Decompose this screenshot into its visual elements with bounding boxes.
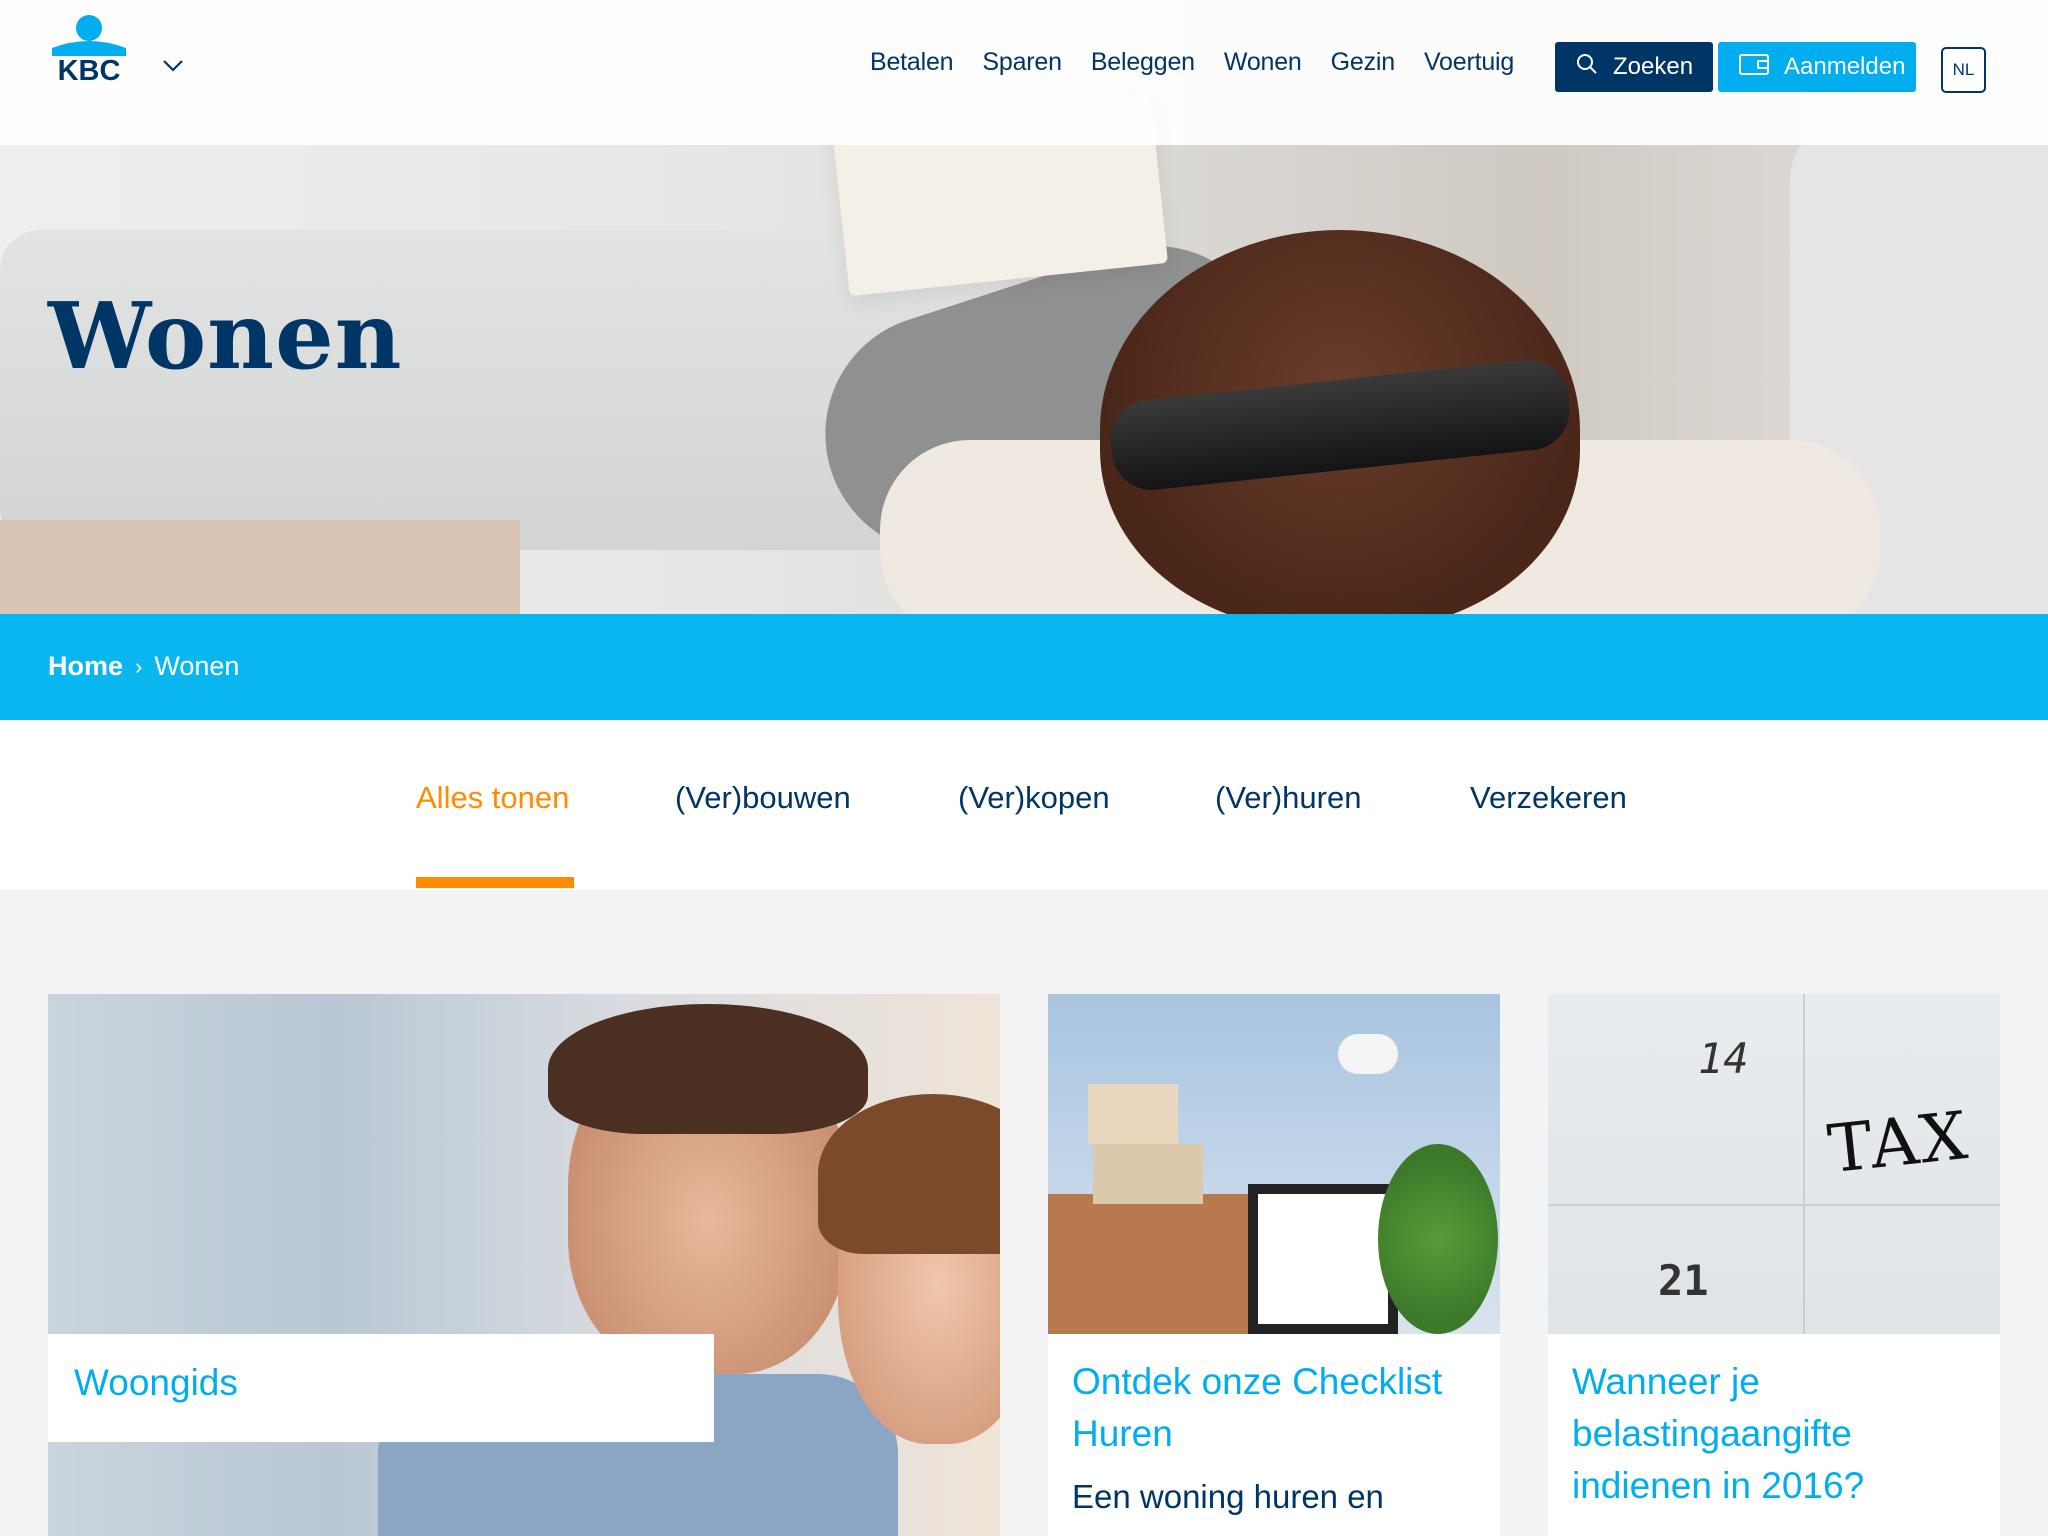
search-icon	[1575, 52, 1599, 83]
calendar-day-14: 14	[1698, 1034, 1749, 1083]
breadcrumb: Home › Wonen	[48, 651, 239, 682]
category-tabs: Alles tonen (Ver)bouwen (Ver)kopen (Ver)…	[0, 720, 2048, 890]
tab-verkopen[interactable]: (Ver)kopen	[958, 780, 1110, 816]
card-title[interactable]: Woongids	[74, 1362, 238, 1404]
language-selector[interactable]: NL	[1941, 47, 1986, 93]
card-image	[48, 994, 1000, 1536]
site-header: KBC Betalen Sparen Beleggen Wonen Gezin …	[0, 0, 2048, 145]
page-title: Wonen	[48, 282, 403, 390]
nav-item-sparen[interactable]: Sparen	[982, 48, 1062, 77]
breadcrumb-bar: Home › Wonen	[0, 614, 2048, 720]
language-label: NL	[1952, 60, 1975, 79]
search-button[interactable]: Zoeken	[1555, 42, 1713, 92]
tab-alles-tonen[interactable]: Alles tonen	[416, 780, 569, 816]
nav-item-gezin[interactable]: Gezin	[1331, 48, 1396, 77]
tax-handwriting: TAX	[1824, 1096, 1973, 1189]
kbc-logo-text: KBC	[58, 55, 121, 84]
card-woongids[interactable]: Woongids	[48, 994, 1000, 1536]
kbc-logo[interactable]: KBC	[46, 14, 132, 87]
wallet-icon	[1738, 52, 1770, 83]
search-button-label: Zoeken	[1613, 53, 1694, 80]
card-image	[1048, 994, 1500, 1334]
nav-item-voertuig[interactable]: Voertuig	[1424, 48, 1514, 77]
card-text: Een woning huren en	[1072, 1478, 1384, 1515]
nav-item-betalen[interactable]: Betalen	[870, 48, 954, 77]
login-button-label: Aanmelden	[1784, 53, 1906, 80]
active-tab-indicator	[416, 877, 574, 888]
card-checklist-huren[interactable]: Ontdek onze Checklist Huren Een woning h…	[1048, 994, 1500, 1536]
chevron-down-icon[interactable]	[162, 54, 184, 76]
breadcrumb-current: Wonen	[154, 651, 240, 681]
chevron-right-icon: ›	[135, 653, 143, 679]
breadcrumb-home[interactable]: Home	[48, 651, 123, 682]
main-nav: Betalen Sparen Beleggen Wonen Gezin Voer…	[870, 48, 1514, 77]
card-title[interactable]: Ontdek onze Checklist Huren	[1072, 1356, 1476, 1460]
login-button[interactable]: Aanmelden	[1718, 42, 1916, 92]
card-title[interactable]: Wanneer je belastingaangifte indienen in…	[1572, 1356, 1976, 1512]
tab-verhuren[interactable]: (Ver)huren	[1215, 780, 1361, 816]
tab-verbouwen[interactable]: (Ver)bouwen	[675, 780, 851, 816]
calendar-day-21: 21	[1658, 1256, 1709, 1305]
card-belastingaangifte[interactable]: 14 TAX 21 Wanneer je belastingaangifte i…	[1548, 994, 2000, 1536]
tab-verzekeren[interactable]: Verzekeren	[1470, 780, 1627, 816]
nav-item-wonen[interactable]: Wonen	[1224, 48, 1302, 77]
card-image: 14 TAX 21	[1548, 994, 2000, 1334]
card-label: Woongids	[48, 1334, 714, 1442]
nav-item-beleggen[interactable]: Beleggen	[1091, 48, 1195, 77]
